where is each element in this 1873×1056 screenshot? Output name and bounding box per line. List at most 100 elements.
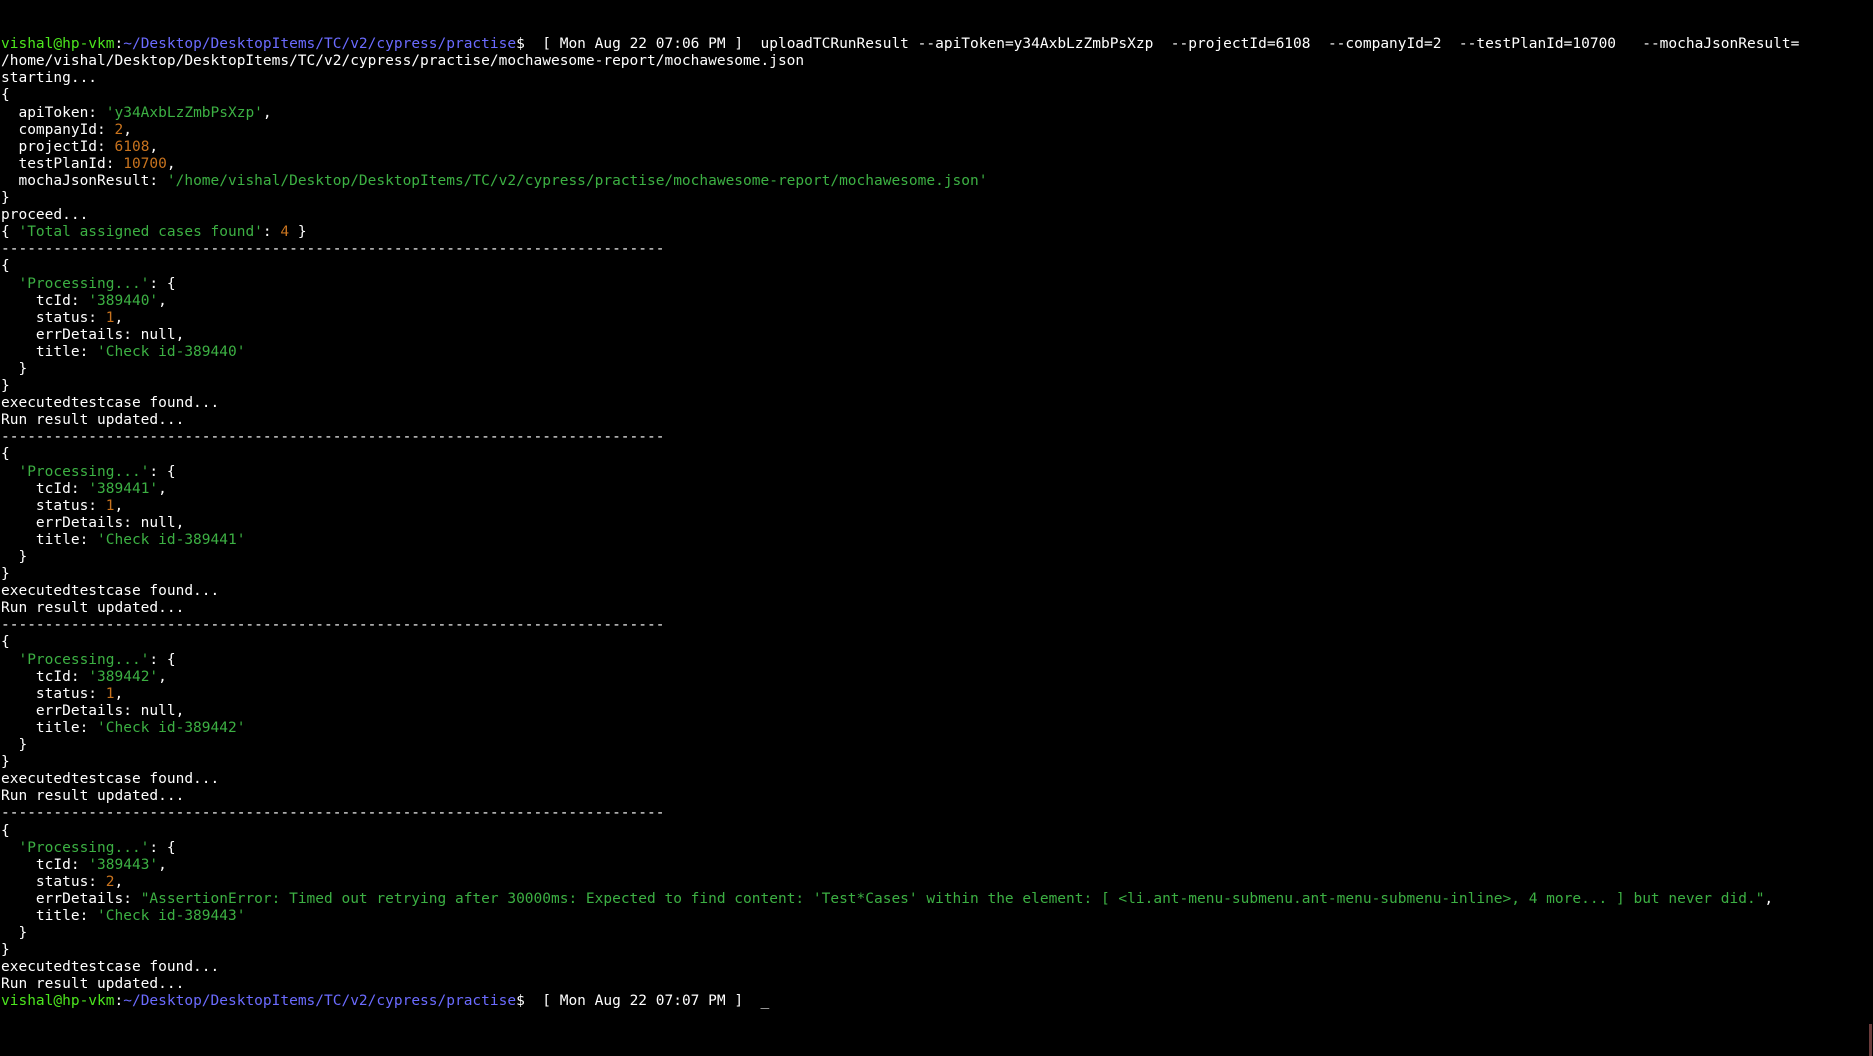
terminal-text-segment: 'Total assigned cases found' xyxy=(18,224,263,241)
terminal-line: tcId: '389441', xyxy=(1,481,1871,498)
terminal-text-segment: } xyxy=(289,224,307,241)
terminal-text-segment: , xyxy=(158,668,167,685)
terminal-text-segment: Run result updated... xyxy=(1,788,185,805)
terminal-text-segment: 1 xyxy=(105,685,115,702)
terminal-text-segment: , xyxy=(158,856,167,873)
terminal-line: { xyxy=(1,446,1871,463)
terminal-text-segment: apiToken: xyxy=(1,104,106,121)
terminal-line: vishal@hp-vkm:~/Desktop/DesktopItems/TC/… xyxy=(1,36,1871,53)
terminal-text-segment: '389443' xyxy=(88,856,159,873)
terminal-text-segment: : xyxy=(114,993,124,1010)
terminal-text-segment: 'Processing...' xyxy=(18,463,150,480)
terminal-text-segment: Run result updated... xyxy=(1,600,185,617)
terminal-text-segment: 'Check id-389441' xyxy=(97,531,246,548)
terminal-text-segment: , xyxy=(158,480,167,497)
terminal-line: 'Processing...': { xyxy=(1,652,1871,669)
terminal-window[interactable]: vishal@hp-vkm:~/Desktop/DesktopItems/TC/… xyxy=(1,2,1871,1028)
terminal-text-segment: ----------------------------------------… xyxy=(1,429,665,446)
terminal-text-segment: Run result updated... xyxy=(1,412,185,429)
terminal-text-segment: executedtestcase found... xyxy=(1,583,220,600)
terminal-text-segment: } xyxy=(1,566,10,583)
terminal-text-segment: errDetails: null, xyxy=(1,702,185,719)
terminal-text-segment: '389441' xyxy=(88,480,159,497)
terminal-text-segment: 'Check id-389442' xyxy=(97,719,246,736)
terminal-line: } xyxy=(1,754,1871,771)
terminal-text-segment: : { xyxy=(149,839,176,856)
scrollbar-thumb[interactable] xyxy=(1869,1024,1872,1056)
terminal-text-segment: executedtestcase found... xyxy=(1,395,220,412)
terminal-line: ----------------------------------------… xyxy=(1,429,1871,446)
terminal-text-segment: : xyxy=(262,224,281,241)
terminal-text-segment: } xyxy=(1,190,10,207)
terminal-text-segment: status: xyxy=(1,685,106,702)
terminal-line: Run result updated... xyxy=(1,788,1871,805)
terminal-text-segment: } xyxy=(1,360,28,377)
terminal-text-segment: ~/Desktop/DesktopItems/TC/v2/cypress/pra… xyxy=(123,993,517,1010)
terminal-text-segment: 1 xyxy=(105,497,115,514)
terminal-line: Run result updated... xyxy=(1,976,1871,993)
terminal-text-segment: tcId: xyxy=(1,668,89,685)
terminal-text-segment: 'Check id-389443' xyxy=(97,907,246,924)
terminal-text-segment: $ [ Mon Aug 22 07:07 PM ] xyxy=(516,993,761,1010)
terminal-text-segment: ~/Desktop/DesktopItems/TC/v2/cypress/pra… xyxy=(123,36,517,53)
terminal-line: title: 'Check id-389440' xyxy=(1,344,1871,361)
terminal-text-segment: ----------------------------------------… xyxy=(1,805,665,822)
terminal-line: } xyxy=(1,737,1871,754)
terminal-text-segment: { xyxy=(1,224,19,241)
terminal-line: executedtestcase found... xyxy=(1,395,1871,412)
terminal-text-segment: 'Processing...' xyxy=(18,275,150,292)
terminal-text-segment: ----------------------------------------… xyxy=(1,241,665,258)
terminal-line: tcId: '389440', xyxy=(1,293,1871,310)
terminal-line: executedtestcase found... xyxy=(1,771,1871,788)
terminal-text-segment: errDetails: null, xyxy=(1,514,185,531)
terminal-text-segment: title: xyxy=(1,907,98,924)
terminal-output: vishal@hp-vkm:~/Desktop/DesktopItems/TC/… xyxy=(1,36,1871,1010)
terminal-text-segment: , xyxy=(114,685,124,702)
terminal-line: status: 2, xyxy=(1,874,1871,891)
terminal-line: } xyxy=(1,925,1871,942)
terminal-line: { xyxy=(1,258,1871,275)
terminal-line: ----------------------------------------… xyxy=(1,617,1871,634)
terminal-line: vishal@hp-vkm:~/Desktop/DesktopItems/TC/… xyxy=(1,993,1871,1010)
terminal-text-segment: status: xyxy=(1,309,106,326)
terminal-text-segment: { xyxy=(1,446,10,463)
terminal-line: Run result updated... xyxy=(1,412,1871,429)
terminal-text-segment: { xyxy=(1,822,10,839)
terminal-line: errDetails: null, xyxy=(1,703,1871,720)
terminal-line: errDetails: null, xyxy=(1,327,1871,344)
terminal-line: status: 1, xyxy=(1,498,1871,515)
terminal-text-segment: vishal@hp-vkm xyxy=(1,36,115,53)
terminal-text-segment: mochaJsonResult: xyxy=(1,172,167,189)
terminal-text-segment: } xyxy=(1,942,10,959)
terminal-line: executedtestcase found... xyxy=(1,959,1871,976)
terminal-line: errDetails: "AssertionError: Timed out r… xyxy=(1,891,1871,908)
terminal-line: companyId: 2, xyxy=(1,122,1871,139)
terminal-text-segment: projectId: xyxy=(1,138,115,155)
terminal-text-segment: starting... xyxy=(1,70,98,87)
block-cursor-icon: _ xyxy=(760,993,770,1010)
terminal-text-segment: { xyxy=(1,634,10,651)
terminal-text-segment: : { xyxy=(149,651,176,668)
terminal-line: } xyxy=(1,942,1871,959)
terminal-text-segment: /home/vishal/Desktop/DesktopItems/TC/v2/… xyxy=(1,53,805,70)
terminal-line: Run result updated... xyxy=(1,600,1871,617)
terminal-line: mochaJsonResult: '/home/vishal/Desktop/D… xyxy=(1,173,1871,190)
terminal-text-segment: tcId: xyxy=(1,856,89,873)
terminal-text-segment: title: xyxy=(1,343,98,360)
terminal-text-segment: executedtestcase found... xyxy=(1,771,220,788)
terminal-text-segment: , xyxy=(1764,890,1774,907)
terminal-text-segment: 1 xyxy=(105,309,115,326)
terminal-text-segment: ----------------------------------------… xyxy=(1,617,665,634)
terminal-text-segment: , xyxy=(123,121,132,138)
terminal-line: 'Processing...': { xyxy=(1,464,1871,481)
terminal-text-segment: , xyxy=(158,292,167,309)
terminal-text-segment: } xyxy=(1,925,28,942)
terminal-text-segment: 6108 xyxy=(114,138,150,155)
terminal-line: { xyxy=(1,634,1871,651)
terminal-line: title: 'Check id-389443' xyxy=(1,908,1871,925)
terminal-text-segment: status: xyxy=(1,497,106,514)
terminal-text-segment: , xyxy=(114,873,124,890)
terminal-text-segment: , xyxy=(114,309,124,326)
